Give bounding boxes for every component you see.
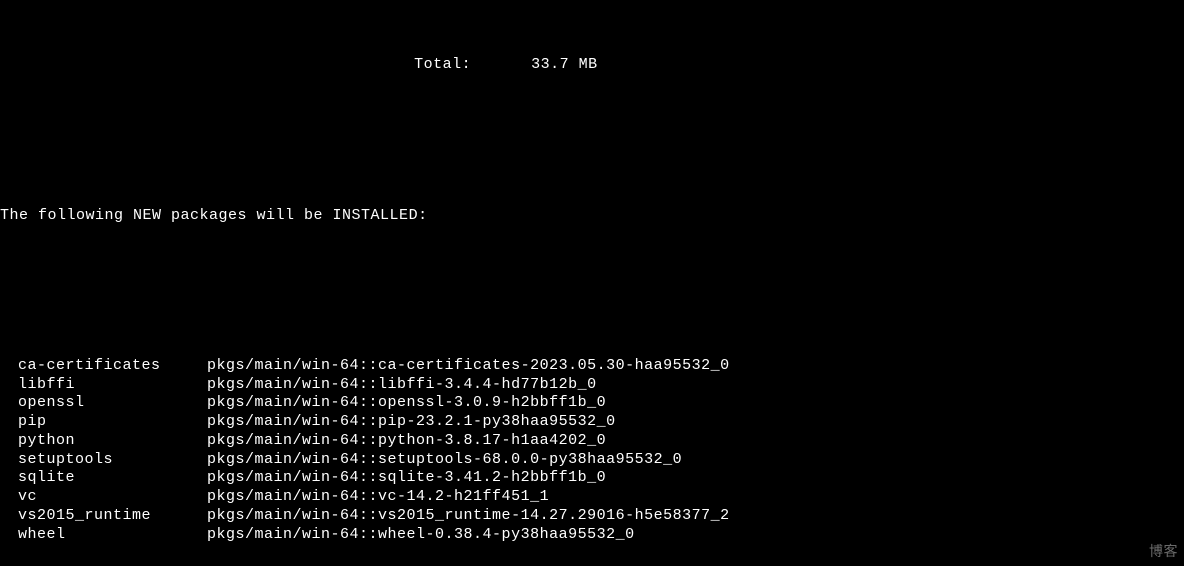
package-row: setuptoolspkgs/main/win-64::setuptools-6… (0, 451, 1184, 470)
package-name: vc (0, 488, 207, 507)
package-row: libffipkgs/main/win-64::libffi-3.4.4-hd7… (0, 376, 1184, 395)
package-spec: pkgs/main/win-64::vc-14.2-h21ff451_1 (207, 488, 549, 507)
package-row: pippkgs/main/win-64::pip-23.2.1-py38haa9… (0, 413, 1184, 432)
package-spec: pkgs/main/win-64::vs2015_runtime-14.27.2… (207, 507, 730, 526)
package-name: ca-certificates (0, 357, 207, 376)
package-row: opensslpkgs/main/win-64::openssl-3.0.9-h… (0, 394, 1184, 413)
package-name: sqlite (0, 469, 207, 488)
package-spec: pkgs/main/win-64::pip-23.2.1-py38haa9553… (207, 413, 616, 432)
package-spec: pkgs/main/win-64::sqlite-3.41.2-h2bbff1b… (207, 469, 606, 488)
package-name: setuptools (0, 451, 207, 470)
total-line: Total: 33.7 MB (0, 56, 1184, 75)
package-row: ca-certificatespkgs/main/win-64::ca-cert… (0, 357, 1184, 376)
package-name: wheel (0, 526, 207, 545)
package-row: pythonpkgs/main/win-64::python-3.8.17-h1… (0, 432, 1184, 451)
package-row: wheelpkgs/main/win-64::wheel-0.38.4-py38… (0, 526, 1184, 545)
package-spec: pkgs/main/win-64::openssl-3.0.9-h2bbff1b… (207, 394, 606, 413)
package-spec: pkgs/main/win-64::libffi-3.4.4-hd77b12b_… (207, 376, 597, 395)
terminal-output: Total: 33.7 MB The following NEW package… (0, 0, 1184, 566)
watermark: 博客 (1149, 543, 1178, 561)
package-spec: pkgs/main/win-64::setuptools-68.0.0-py38… (207, 451, 682, 470)
package-row: vcpkgs/main/win-64::vc-14.2-h21ff451_1 (0, 488, 1184, 507)
package-name: pip (0, 413, 207, 432)
package-row: vs2015_runtimepkgs/main/win-64::vs2015_r… (0, 507, 1184, 526)
package-spec: pkgs/main/win-64::ca-certificates-2023.0… (207, 357, 730, 376)
package-spec: pkgs/main/win-64::wheel-0.38.4-py38haa95… (207, 526, 635, 545)
package-name: python (0, 432, 207, 451)
package-spec: pkgs/main/win-64::python-3.8.17-h1aa4202… (207, 432, 606, 451)
package-name: openssl (0, 394, 207, 413)
new-install-header: The following NEW packages will be INSTA… (0, 207, 1184, 226)
package-name: libffi (0, 376, 207, 395)
package-name: vs2015_runtime (0, 507, 207, 526)
package-row: sqlitepkgs/main/win-64::sqlite-3.41.2-h2… (0, 469, 1184, 488)
total-value: 33.7 MB (531, 56, 598, 75)
package-list: ca-certificatespkgs/main/win-64::ca-cert… (0, 357, 1184, 545)
total-label: Total: (0, 56, 531, 75)
